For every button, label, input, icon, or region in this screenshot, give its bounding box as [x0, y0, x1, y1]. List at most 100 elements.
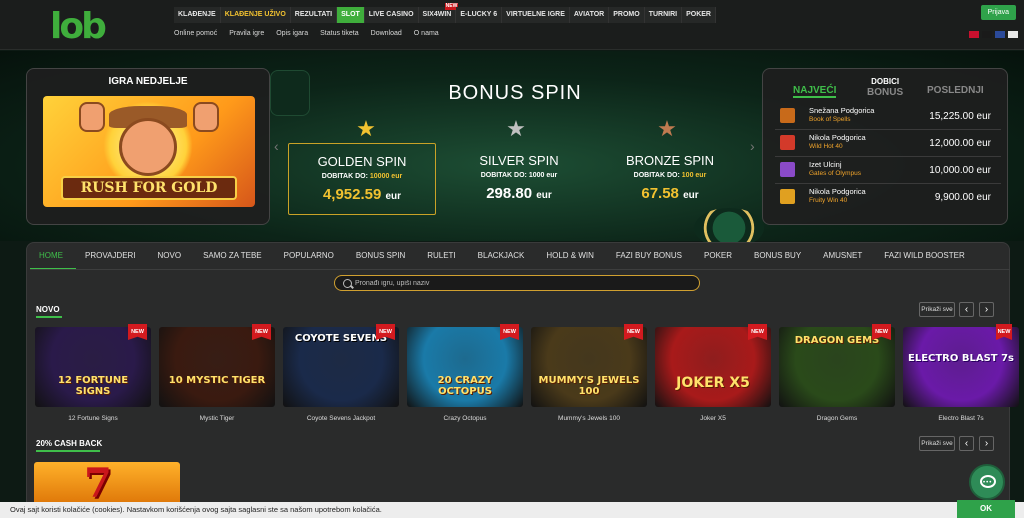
tab-ruleti[interactable]: RULETI [418, 244, 468, 270]
flag-albania-icon[interactable] [982, 31, 992, 38]
winner-row[interactable]: Izet Ulcinj Gates of Olympus 10,000.00 e… [775, 157, 1001, 184]
bronze-spin-card[interactable]: BRONZE SPIN DOBITAK DO: 100 eur 67.58 eu… [596, 143, 744, 215]
game-tile[interactable]: COYOTE SEVENS [283, 327, 399, 407]
tab-poker[interactable]: POKER [695, 244, 745, 270]
nav-slot[interactable]: SLOT [337, 7, 365, 23]
game-tile[interactable]: 12 FORTUNE SIGNS [35, 327, 151, 407]
show-all-button[interactable]: Prikaži sve [919, 436, 955, 451]
nav-kladjenje-uzivo[interactable]: KLAĐENJE UŽIVO [220, 7, 291, 23]
game-logo: ELECTRO BLAST 7s [907, 353, 1015, 364]
game-tile[interactable]: 20 CRAZY OCTOPUS [407, 327, 523, 407]
game-tile[interactable]: MUMMY'S JEWELS 100 [531, 327, 647, 407]
nav-virtuelne-igre[interactable]: VIRTUELNE IGRE [502, 7, 570, 23]
cookie-ok-button[interactable]: OK [957, 500, 1015, 518]
next-button[interactable]: › [979, 436, 994, 451]
left-fist-icon [79, 102, 105, 132]
winner-game: Fruity Win 40 [809, 197, 848, 204]
game-thumb-icon [780, 189, 795, 204]
nav-promo[interactable]: PROMO [609, 7, 645, 23]
bonus-next-arrow[interactable]: › [750, 138, 755, 154]
cashback-game-tile[interactable]: 7 [34, 462, 180, 502]
tab-popularno[interactable]: POPULARNO [275, 244, 347, 270]
next-button[interactable]: › [979, 302, 994, 317]
game-caption[interactable]: 12 Fortune Signs [35, 415, 151, 422]
game-caption[interactable]: Mystic Tiger [159, 415, 275, 422]
game-search[interactable] [334, 275, 700, 291]
subnav-download[interactable]: Download [371, 30, 402, 37]
game-thumb-icon [780, 135, 795, 150]
game-of-week-panel: IGRA NEDJELJE RUSH FOR GOLD [26, 68, 270, 225]
game-thumb-icon [780, 108, 795, 123]
tab-hold-win[interactable]: HOLD & WIN [537, 244, 607, 270]
nav-aviator[interactable]: AVIATOR [569, 7, 610, 23]
tab-bonus-spin[interactable]: BONUS SPIN [347, 244, 418, 270]
nav-live-casino[interactable]: LIVE CASINO [364, 7, 419, 23]
chat-button[interactable]: ••• [969, 464, 1005, 500]
search-icon [343, 279, 352, 288]
winner-name: Nikola Podgorica [809, 187, 866, 196]
nav-poker[interactable]: POKER [682, 7, 716, 23]
game-tile[interactable]: 10 MYSTIC TIGER [159, 327, 275, 407]
winner-row[interactable]: Nikola Podgorica Fruity Win 40 9,900.00 … [775, 184, 1001, 211]
bonus-prev-arrow[interactable]: ‹ [274, 138, 279, 154]
section-underline [36, 450, 100, 452]
winner-amount: 12,000.00 eur [929, 138, 991, 149]
game-tile[interactable]: ELECTRO BLAST 7s [903, 327, 1019, 407]
flag-montenegro-icon[interactable] [969, 31, 979, 38]
game-tile[interactable]: JOKER X5 [655, 327, 771, 407]
nav-kladjenje[interactable]: KLAĐENJE [174, 7, 221, 23]
search-input[interactable] [355, 276, 685, 290]
tab-blackjack[interactable]: BLACKJACK [469, 244, 538, 270]
chat-dots-icon: ••• [983, 480, 993, 486]
site-logo[interactable]: lob [50, 6, 130, 47]
subnav-status-tiketa[interactable]: Status tiketa [320, 30, 359, 37]
silver-spin-card[interactable]: SILVER SPIN DOBITAK DO: 1000 eur 298.80 … [445, 143, 593, 215]
winner-row[interactable]: Nikola Podgorica Wild Hot 40 12,000.00 e… [775, 130, 1001, 157]
game-logo: 20 CRAZY OCTOPUS [437, 375, 493, 397]
spin-amount-value: 4,952.59 [322, 186, 382, 203]
nav-turniri[interactable]: TURNIRI [644, 7, 683, 23]
nav-rezultati[interactable]: REZULTATI [290, 7, 338, 23]
prev-button[interactable]: ‹ [959, 302, 974, 317]
game-caption[interactable]: Electro Blast 7s [903, 415, 1019, 422]
subnav-pravila-igre[interactable]: Pravila igre [229, 30, 264, 37]
spin-amount-value: 67.58 [641, 185, 679, 202]
game-caption[interactable]: Crazy Octopus [407, 415, 523, 422]
flag-other-icon[interactable] [1008, 31, 1018, 38]
tab-bonus[interactable]: DOBICI BONUS [867, 76, 903, 98]
game-tile[interactable]: DRAGON GEMS [779, 327, 895, 407]
tab-amusnet[interactable]: AMUSNET [814, 244, 875, 270]
game-caption[interactable]: Coyote Sevens Jackpot [283, 415, 399, 422]
winner-row[interactable]: Snežana Podgorica Book of Spells 15,225.… [775, 103, 1001, 130]
subnav-online-pomoc[interactable]: Online pomoć [174, 30, 217, 37]
golden-spin-card[interactable]: GOLDEN SPIN DOBITAK DO: 10000 eur 4,952.… [288, 143, 436, 215]
tab-poslednji[interactable]: POSLEDNJI [927, 85, 984, 96]
tab-samo-za-tebe[interactable]: SAMO ZA TEBE [194, 244, 275, 270]
game-logo: 10 MYSTIC TIGER [168, 375, 266, 386]
login-button[interactable]: Prijava [980, 5, 1016, 20]
game-caption[interactable]: Mummy's Jewels 100 [531, 415, 647, 422]
tab-fazi-wild-booster[interactable]: FAZI WILD BOOSTER [875, 244, 977, 270]
game-caption[interactable]: Dragon Gems [779, 415, 895, 422]
subnav-opis-igara[interactable]: Opis igara [276, 30, 308, 37]
subnav-o-nama[interactable]: O nama [414, 30, 439, 37]
tab-home[interactable]: HOME [30, 244, 76, 270]
prev-button[interactable]: ‹ [959, 436, 974, 451]
tab-najveci[interactable]: NAJVEĆI [793, 85, 837, 98]
game-caption[interactable]: Joker X5 [655, 415, 771, 422]
tab-fazi-buy-bonus[interactable]: FAZI BUY BONUS [607, 244, 695, 270]
tab-novo[interactable]: NOVO [149, 244, 195, 270]
nav-e-lucky-6[interactable]: E-LUCKY 6 [456, 7, 503, 23]
spin-name: BRONZE SPIN [625, 153, 715, 168]
game-of-week-image[interactable]: RUSH FOR GOLD [43, 96, 255, 207]
flag-uk-icon[interactable] [995, 31, 1005, 38]
game-thumb-icon [780, 162, 795, 177]
game-logo: JOKER X5 [676, 375, 750, 391]
tab-bonus-buy[interactable]: BONUS BUY [745, 244, 814, 270]
top-header: lob KLAĐENJE KLAĐENJE UŽIVO REZULTATI SL… [0, 0, 1024, 50]
tab-provajderi[interactable]: PROVAJDERI [76, 244, 149, 270]
nav-six4win[interactable]: SIX4WIN NEW [418, 3, 459, 23]
gold-star-icon: ★ [356, 116, 376, 141]
show-all-button[interactable]: Prikaži sve [919, 302, 955, 317]
spin-max: DOBITAK DO: 1000 eur [445, 172, 593, 179]
